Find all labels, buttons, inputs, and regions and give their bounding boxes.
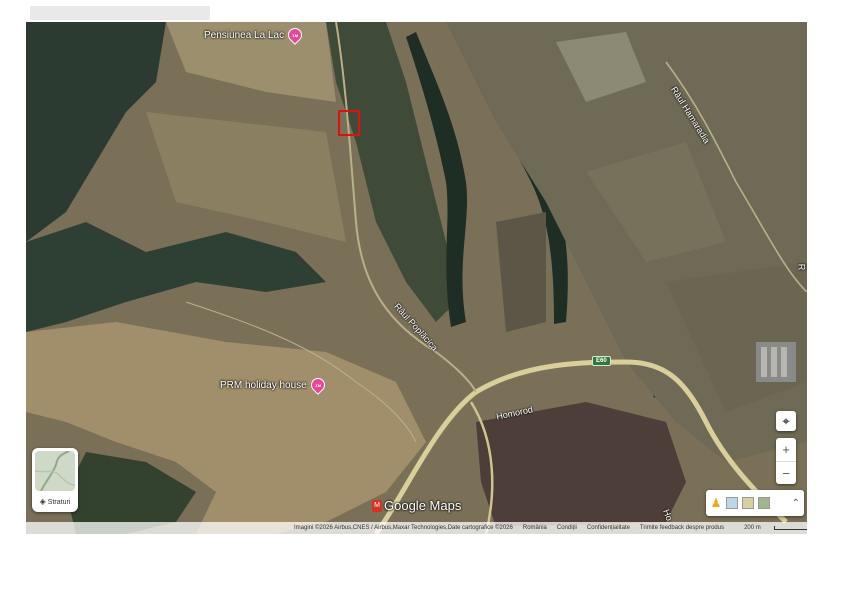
zoom-out-button[interactable]: − <box>776 461 796 485</box>
map-type-bar[interactable]: ♟ ⌃ <box>706 490 804 516</box>
map-tile-icon[interactable] <box>726 497 738 509</box>
scale-indicator[interactable]: 200 m <box>734 525 807 531</box>
satellite-tile-icon[interactable] <box>758 497 770 509</box>
scale-label: 200 m <box>744 525 761 531</box>
layers-thumbnail <box>35 451 75 491</box>
layers-icon: ◈ <box>39 497 46 506</box>
pegman-icon[interactable]: ♟ <box>710 494 722 512</box>
locate-icon: ⌖ <box>782 413 790 428</box>
lodging-pin-icon[interactable]: ΣΜ <box>285 25 305 45</box>
place-pensiunea-la-lac[interactable]: Pensiunea La Lac ΣΜ <box>204 25 305 45</box>
layers-button[interactable]: ◈ Straturi <box>32 448 78 512</box>
country-link[interactable]: România <box>523 525 547 531</box>
attribution-bar: Imagini ©2026 Airbus,CNES / Airbus,Maxar… <box>26 522 807 534</box>
zoom-in-button[interactable]: + <box>776 438 796 461</box>
selected-parcel-marker <box>338 110 360 136</box>
road-label-edge: R <box>796 263 807 271</box>
top-strip <box>30 6 210 20</box>
imagery-credit: Imagini ©2026 Airbus,CNES / Airbus,Maxar… <box>294 525 513 531</box>
expand-icon[interactable]: ⌃ <box>792 498 800 509</box>
logo-text: Google Maps <box>384 498 462 513</box>
place-label: PRM holiday house <box>220 379 307 391</box>
place-prm-holiday-house[interactable]: PRM holiday house ΣΜ <box>220 375 328 395</box>
satellite-map[interactable]: Pensiunea La Lac ΣΜ PRM holiday house ΣΜ… <box>26 22 807 534</box>
terrain-imagery <box>26 22 807 534</box>
zoom-control[interactable]: + − <box>776 438 796 484</box>
my-location-button[interactable]: ⌖ <box>776 411 796 431</box>
route-shield: E60 <box>592 356 611 366</box>
privacy-link[interactable]: Confidențialitate <box>587 525 630 531</box>
maps-badge-icon: M <box>372 499 382 512</box>
terms-link[interactable]: Condiții <box>557 525 577 531</box>
google-maps-logo: M Google Maps <box>372 498 461 513</box>
feedback-link[interactable]: Trimite feedback despre produs <box>640 525 724 531</box>
scale-bar <box>773 526 807 530</box>
terrain-tile-icon[interactable] <box>742 497 754 509</box>
layers-label: Straturi <box>47 499 71 506</box>
lodging-pin-icon[interactable]: ΣΜ <box>307 375 328 395</box>
place-label: Pensiunea La Lac <box>204 29 285 41</box>
